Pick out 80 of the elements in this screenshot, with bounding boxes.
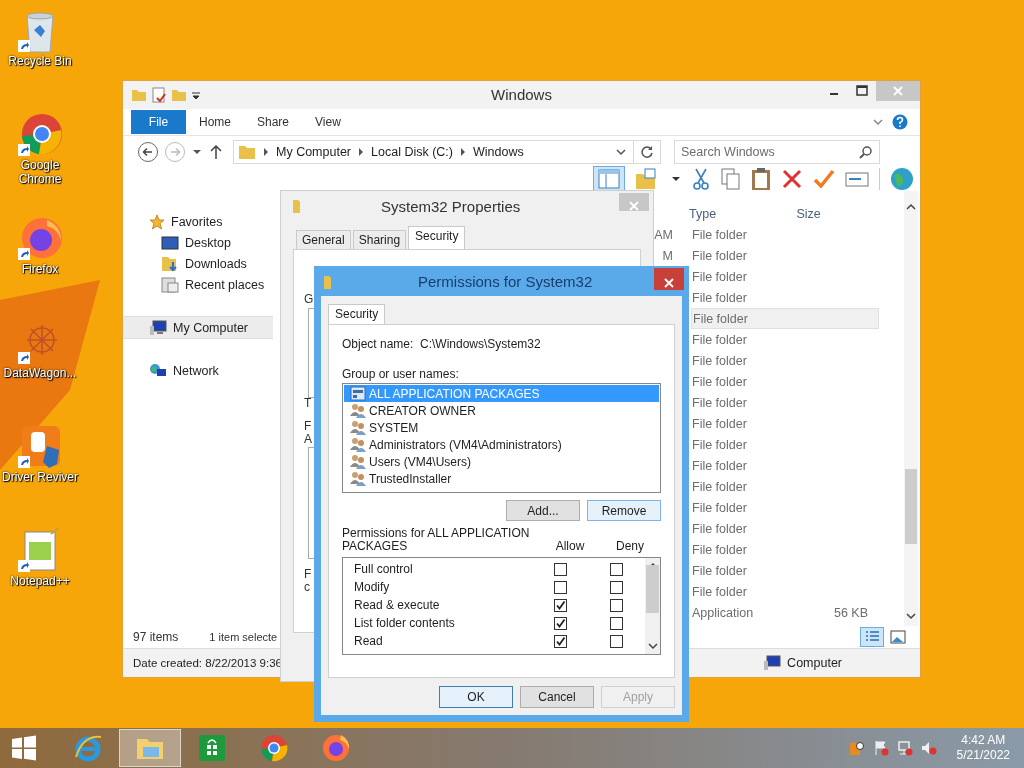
dialog-button[interactable]: Cancel — [520, 686, 594, 708]
dialog-button[interactable]: OK — [439, 686, 513, 708]
file-row[interactable]: File folder — [691, 455, 879, 477]
user-list-item[interactable]: ALL APPLICATION PACKAGES — [344, 385, 659, 402]
user-list-item[interactable]: CREATOR OWNER — [344, 402, 659, 419]
ribbon-tab[interactable]: View — [302, 114, 354, 129]
dialog-title: Permissions for System32 — [418, 273, 593, 290]
file-tab[interactable]: File — [131, 109, 186, 134]
label-fragment: T — [304, 396, 312, 410]
file-row[interactable]: File folder — [691, 497, 879, 519]
column-header: Allow — [554, 539, 586, 553]
file-row[interactable]: File folder — [691, 392, 879, 414]
file-row[interactable]: File folder — [691, 308, 879, 330]
permissions-label: Permissions for ALL APPLICATION PACKAGES — [342, 527, 531, 553]
file-row[interactable]: File folder — [691, 581, 879, 603]
date-cell: AM — [654, 227, 673, 242]
dialog-title: System32 Properties — [381, 198, 521, 215]
column-header[interactable]: Size — [796, 206, 904, 221]
object-name-value: C:\Windows\System32 — [420, 337, 541, 351]
dialog-button[interactable]: Add... — [506, 500, 580, 521]
label-fragment: c — [304, 580, 310, 594]
item-count: 97 items — [133, 630, 179, 645]
tab[interactable]: General — [296, 230, 351, 249]
label-fragment: A — [304, 432, 312, 446]
file-row[interactable]: File folder — [691, 329, 879, 351]
ribbon-tab[interactable]: Share — [244, 114, 303, 129]
nav-item[interactable]: Network — [123, 360, 273, 382]
nav-item[interactable]: Favorites — [123, 211, 273, 233]
file-row[interactable]: File folder — [691, 245, 879, 267]
column-header[interactable]: Type — [689, 206, 797, 221]
window-title: Windows — [490, 86, 553, 104]
file-row[interactable]: File folder — [691, 518, 879, 540]
user-list[interactable]: ALL APPLICATION PACKAGES CREATOR OWNER SYSTEM Administrators (VM4\Administrators) Users (VM4\Users) TrustedInstaller — [342, 383, 661, 493]
desktop-icon-label[interactable]: DataWagon... — [2, 366, 78, 380]
permission-name: Full control — [353, 562, 414, 576]
address-bar[interactable]: My Computer Local Disk (C:) Windows — [233, 139, 661, 164]
nav-item[interactable]: Downloads — [123, 253, 273, 275]
file-row[interactable]: File folder — [691, 287, 879, 309]
tab[interactable]: Sharing — [352, 230, 407, 249]
file-row[interactable]: File folder — [691, 476, 879, 498]
group-label: Group or user names: — [342, 367, 460, 381]
ribbon-tab[interactable]: Home — [186, 114, 244, 129]
dialog-button[interactable]: Remove — [587, 500, 661, 521]
nav-item[interactable]: My Computer — [123, 316, 273, 340]
selection-count: 1 item selecte — [209, 631, 278, 644]
date-cell: M — [662, 248, 673, 263]
user-list-item[interactable]: Administrators (VM4\Administrators) — [344, 436, 659, 453]
label-fragment: G — [304, 292, 314, 306]
file-row[interactable]: File folder — [691, 371, 879, 393]
file-row[interactable]: Application 56 KB — [691, 602, 879, 624]
permission-name: Modify — [353, 580, 391, 594]
label-fragment: F — [304, 419, 312, 433]
file-row[interactable]: File folder — [691, 266, 879, 288]
tab[interactable]: Security — [328, 304, 386, 324]
clock-time[interactable]: 4:42 AM — [961, 733, 1006, 748]
search-field[interactable]: Search Windows — [674, 139, 880, 164]
clock-date[interactable]: 5/21/2022 — [956, 748, 1010, 763]
user-list-item[interactable]: Users (VM4\Users) — [344, 453, 659, 470]
label-fragment: F — [304, 567, 312, 581]
object-name-label: Object name: — [342, 337, 415, 351]
file-row[interactable]: File folder — [691, 434, 879, 456]
file-row[interactable]: File folder — [691, 413, 879, 435]
breadcrumb[interactable]: Local Disk (C:) — [371, 144, 453, 159]
breadcrumb[interactable]: My Computer — [276, 144, 352, 159]
nav-item[interactable]: Desktop — [123, 232, 273, 254]
search-input[interactable]: Search Windows — [675, 143, 859, 160]
user-list-item[interactable]: TrustedInstaller — [344, 470, 659, 487]
file-row[interactable]: File folder — [691, 560, 879, 582]
column-header: Deny — [615, 539, 645, 553]
file-row[interactable]: File folder — [691, 224, 879, 246]
nav-item[interactable]: Recent places — [123, 274, 273, 296]
file-row[interactable]: File folder — [691, 539, 879, 561]
location-text: Computer — [787, 656, 842, 671]
permission-name: Read & execute — [353, 598, 441, 612]
permission-name: List folder contents — [353, 616, 456, 630]
breadcrumb[interactable]: Windows — [473, 144, 524, 159]
tab[interactable]: Security — [408, 226, 466, 249]
permission-name: Read — [353, 634, 384, 648]
file-row[interactable]: File folder — [691, 350, 879, 372]
user-list-item[interactable]: SYSTEM — [344, 419, 659, 436]
